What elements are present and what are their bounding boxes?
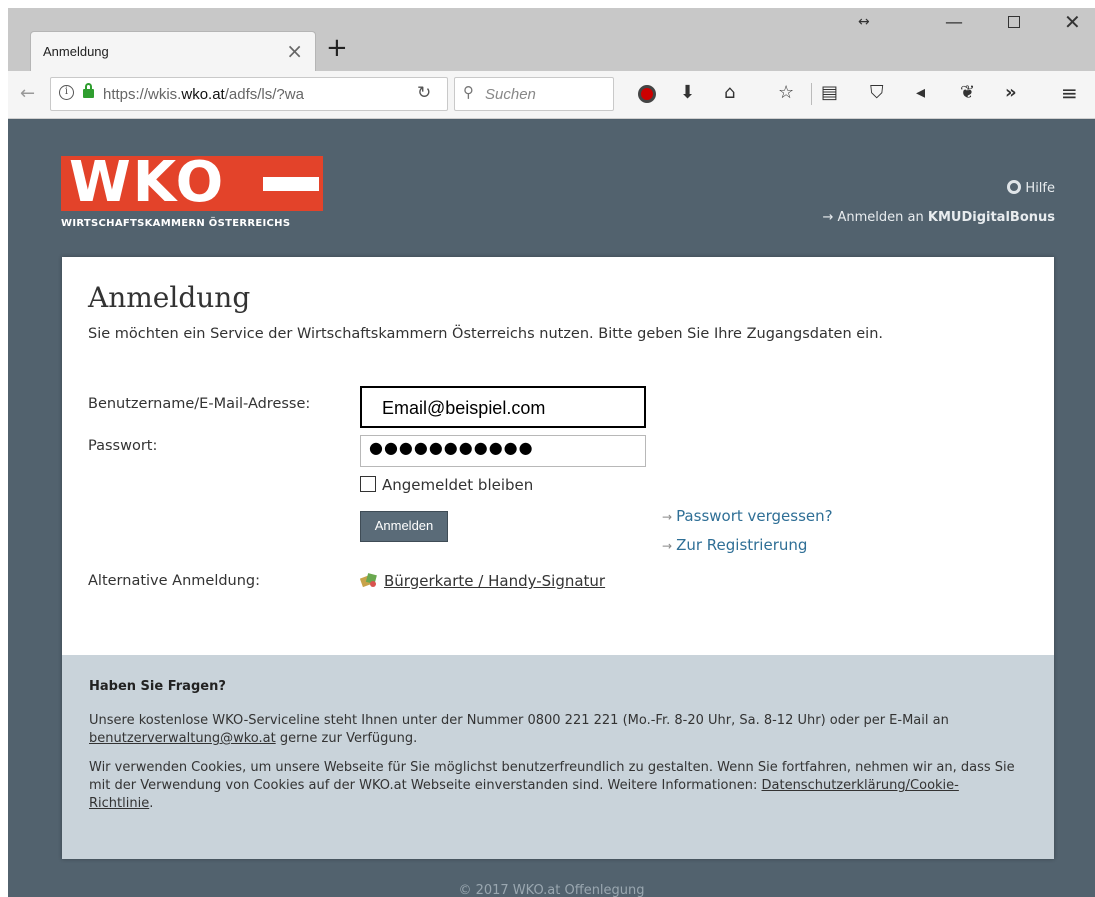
logo-letters: WKO	[69, 150, 226, 215]
reading-list-icon[interactable]: ▤	[821, 83, 838, 103]
search-input[interactable]: ⚲ Suchen	[454, 77, 614, 111]
help-footer: Haben Sie Fragen? Unsere kostenlose WKO-…	[62, 655, 1054, 859]
login-panel: Anmeldung Sie möchten ein Service der Wi…	[62, 257, 1054, 655]
wko-logo[interactable]: WKO WIRTSCHAFTSKAMMERN ÖSTERREICHS	[61, 150, 323, 236]
logo-stripe	[263, 177, 319, 191]
citizen-card-icon	[360, 573, 377, 588]
url-text[interactable]: https://wkis.wko.at/adfs/ls/?wa	[103, 86, 304, 103]
checkbox-box[interactable]	[360, 476, 376, 492]
extension-icon[interactable]: ❦	[960, 83, 975, 103]
arrow-right-icon: →	[822, 210, 838, 225]
navigation-bar: ← i https://wkis.wko.at/adfs/ls/?wa ↻ ⚲ …	[8, 71, 1095, 119]
arrow-right-icon: →	[662, 539, 673, 553]
register-link[interactable]: → Zur Registrierung	[662, 536, 807, 554]
bookmark-star-icon[interactable]: ☆	[778, 83, 794, 103]
record-icon[interactable]	[638, 85, 656, 103]
back-arrow-icon[interactable]: ←	[20, 83, 35, 104]
forgot-password-link[interactable]: → Passwort vergessen?	[662, 507, 833, 525]
toolbar-divider	[811, 83, 812, 105]
hamburger-menu-icon[interactable]: ≡	[1061, 83, 1078, 103]
logo-subtitle: WIRTSCHAFTSKAMMERN ÖSTERREICHS	[61, 218, 291, 229]
reload-icon[interactable]: ↻	[417, 83, 431, 103]
download-icon[interactable]: ⬇	[680, 83, 695, 103]
login-card: Anmeldung Sie möchten ein Service der Wi…	[62, 257, 1054, 859]
intro-text: Sie möchten ein Service der Wirtschaftsk…	[88, 326, 883, 342]
browser-tab[interactable]: Anmeldung ×	[30, 31, 316, 71]
tab-close-icon[interactable]: ×	[286, 39, 303, 63]
browser-window: Anmeldung × + ↔ — ✕ ← i https://wkis.wko…	[8, 8, 1095, 897]
logo-box: WKO	[61, 150, 323, 215]
cookie-notice: Wir verwenden Cookies, um unsere Webseit…	[89, 760, 1015, 811]
new-tab-icon[interactable]: +	[326, 31, 348, 65]
maximize-icon[interactable]	[1008, 16, 1020, 28]
remember-label: Angemeldet bleiben	[382, 476, 534, 494]
search-icon: ⚲	[463, 83, 474, 101]
window-close-icon[interactable]: ✕	[1064, 10, 1081, 34]
username-label: Benutzername/E-Mail-Adresse:	[88, 396, 311, 412]
faq-heading: Haben Sie Fragen?	[89, 679, 226, 694]
email-link[interactable]: benutzerverwaltung@wko.at	[89, 731, 276, 746]
home-icon[interactable]: ⌂	[724, 83, 735, 103]
overflow-chevron-icon[interactable]: »	[1005, 83, 1017, 103]
help-label: Hilfe	[1025, 181, 1055, 196]
password-label: Passwort:	[88, 438, 158, 454]
password-input[interactable]: ●●●●●●●●●●●	[360, 435, 646, 467]
page-title: Anmeldung	[88, 281, 251, 314]
resize-arrows-icon: ↔	[858, 14, 870, 30]
arrow-right-icon: →	[662, 510, 673, 524]
tab-strip: Anmeldung × + ↔ — ✕	[8, 8, 1095, 71]
login-button[interactable]: Anmelden	[360, 511, 448, 542]
help-link[interactable]: Hilfe	[1007, 180, 1055, 196]
kmu-login-link[interactable]: → Anmelden an KMUDigitalBonus	[822, 210, 1055, 225]
copyright-text[interactable]: © 2017 WKO.at Offenlegung	[8, 883, 1095, 897]
url-bar[interactable]: i https://wkis.wko.at/adfs/ls/?wa ↻	[50, 77, 448, 111]
tab-title: Anmeldung	[43, 44, 109, 59]
citizen-card-link[interactable]: Bürgerkarte / Handy-Signatur	[360, 572, 605, 590]
minimize-icon[interactable]: —	[945, 12, 963, 33]
lifebuoy-icon	[1007, 180, 1022, 194]
serviceline-text: Unsere kostenlose WKO-Serviceline steht …	[89, 713, 949, 746]
search-placeholder: Suchen	[485, 86, 536, 103]
remember-me-checkbox[interactable]: Angemeldet bleiben	[360, 476, 533, 494]
pocket-icon[interactable]: ⛉	[870, 83, 884, 103]
alt-login-label: Alternative Anmeldung:	[88, 573, 261, 589]
send-icon[interactable]: ◂	[916, 83, 925, 103]
page-content: WKO WIRTSCHAFTSKAMMERN ÖSTERREICHS Hilfe…	[8, 120, 1095, 897]
lock-icon[interactable]	[83, 83, 94, 98]
username-input[interactable]: Email@beispiel.com	[360, 386, 646, 428]
info-icon[interactable]: i	[59, 85, 74, 100]
